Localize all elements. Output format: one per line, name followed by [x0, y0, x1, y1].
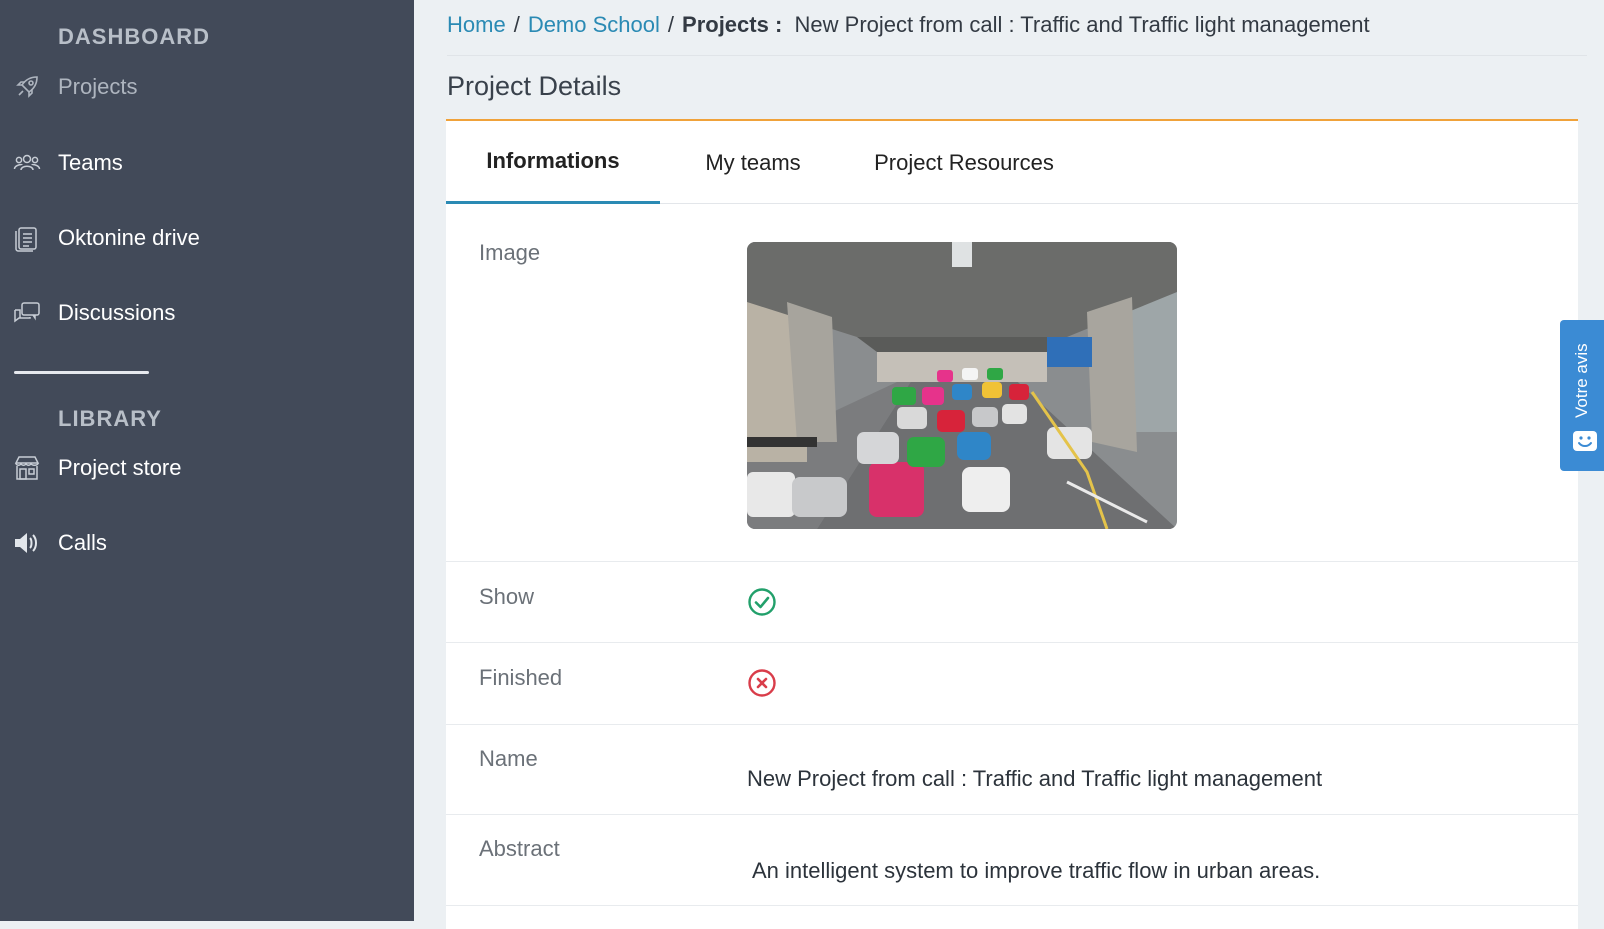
sidebar-item-project-store[interactable]: Project store [0, 443, 414, 493]
megaphone-icon [13, 529, 41, 557]
sidebar-item-label: Calls [58, 530, 107, 555]
detail-row-finished: Finished [446, 643, 1578, 725]
detail-row-abstract: Abstract An intelligent system to improv… [446, 815, 1578, 906]
breadcrumb-home-link[interactable]: Home [447, 12, 506, 37]
feedback-label: Votre avis [1572, 343, 1591, 418]
sidebar-item-label: Teams [58, 150, 123, 175]
page-title: Project Details [447, 71, 622, 101]
breadcrumb-current: New Project from call : Traffic and Traf… [794, 12, 1370, 37]
sidebar: DASHBOARD Projects Teams Oktonine drive … [0, 0, 414, 921]
breadcrumb-divider [447, 55, 1587, 56]
sidebar-item-projects[interactable]: Projects [0, 62, 414, 112]
project-image [747, 242, 1177, 529]
tab-bar: Informations My teams Project Resources [446, 121, 1578, 204]
rocket-icon [13, 73, 41, 101]
breadcrumb-projects: Projects : [682, 12, 783, 37]
project-details-card: Informations My teams Project Resources … [446, 119, 1578, 929]
sidebar-item-label: Projects [58, 74, 138, 99]
detail-row-name: Name New Project from call : Traffic and… [446, 725, 1578, 815]
sidebar-item-oktonine-drive[interactable]: Oktonine drive [0, 213, 414, 263]
sidebar-item-discussions[interactable]: Discussions [0, 288, 414, 338]
main-content: Home / Demo School / Projects : New Project … [414, 0, 1604, 929]
tab-informations[interactable]: Informations [446, 121, 660, 204]
project-abstract-value: An intelligent system to improve traffic… [752, 858, 1321, 883]
show-label: Show [479, 584, 535, 609]
detail-row-show: Show [446, 562, 1578, 643]
sidebar-divider [14, 371, 149, 374]
smiley-chat-icon [1573, 431, 1597, 451]
sidebar-item-calls[interactable]: Calls [0, 518, 414, 568]
check-icon [748, 588, 776, 616]
name-label: Name [479, 746, 538, 771]
abstract-label: Abstract [479, 836, 560, 861]
tab-project-resources[interactable]: Project Resources [846, 121, 1082, 204]
chat-icon [13, 299, 41, 327]
finished-label: Finished [479, 665, 563, 690]
breadcrumb: Home / Demo School / Projects : New Project … [447, 12, 1370, 38]
project-name-value: New Project from call : Traffic and Traf… [747, 766, 1323, 791]
section-library: LIBRARY [58, 406, 162, 431]
detail-row-image: Image [446, 204, 1578, 562]
sidebar-item-label: Discussions [58, 300, 176, 325]
document-icon [13, 224, 41, 252]
breadcrumb-separator: / [513, 12, 520, 37]
breadcrumb-school-link[interactable]: Demo School [528, 12, 660, 37]
sidebar-item-label: Oktonine drive [58, 225, 200, 250]
image-label: Image [479, 240, 541, 265]
sidebar-item-label: Project store [58, 455, 182, 480]
breadcrumb-separator: / [667, 12, 675, 37]
users-icon [13, 149, 41, 177]
section-dashboard: DASHBOARD [58, 24, 210, 49]
feedback-tab[interactable]: Votre avis [1560, 320, 1604, 471]
sidebar-item-teams[interactable]: Teams [0, 138, 414, 188]
tab-my-teams[interactable]: My teams [660, 121, 846, 204]
x-circle-icon [748, 669, 776, 697]
store-icon [13, 454, 41, 482]
